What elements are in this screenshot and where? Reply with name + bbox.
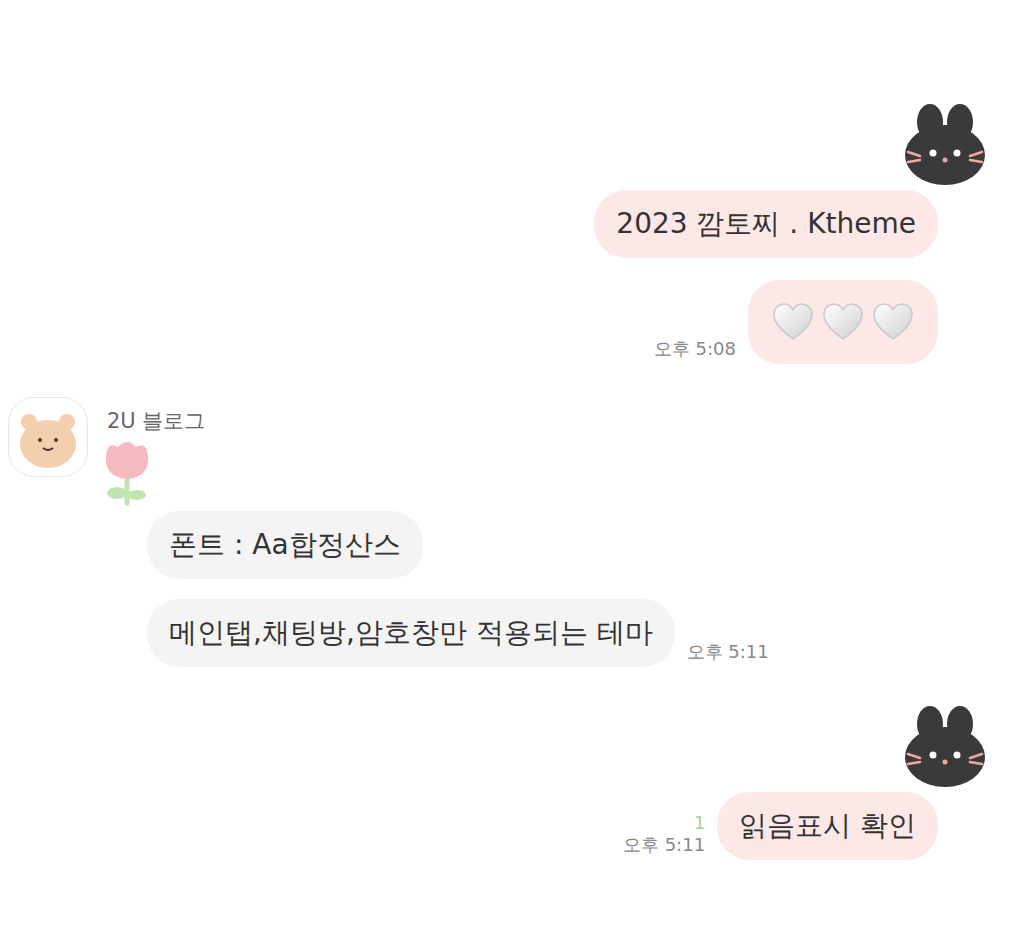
hearts (772, 302, 914, 342)
message-meta: 오후 5:11 (687, 641, 769, 667)
message-row: 폰트 : Aa합정산스 (98, 511, 423, 579)
bunny-avatar-icon[interactable] (900, 100, 990, 190)
friend-message-group: 2U 블로그폰트 : Aa합정산스메인탭,채팅방,암호창만 적용되는 테마오후 … (0, 397, 1011, 667)
message-meta: 1오후 5:11 (623, 812, 705, 860)
message-meta: 오후 5:08 (654, 338, 736, 364)
message-bubble[interactable]: 폰트 : Aa합정산스 (147, 511, 423, 579)
message-row: 오후 5:08 (654, 280, 1011, 364)
my-message-group: 2023 깜토찌 . Ktheme 오후 5:08 (0, 100, 1011, 364)
message-row: 2023 깜토찌 . Ktheme (594, 190, 1011, 258)
chat-room: 2023 깜토찌 . Ktheme 오후 5:08 2U 블로그폰트 : Aa합정산… (0, 0, 1011, 860)
heart-icon[interactable] (822, 302, 864, 342)
bear-avatar-icon[interactable] (13, 402, 83, 472)
message-bubble[interactable]: 2023 깜토찌 . Ktheme (594, 190, 938, 258)
heart-icon[interactable] (872, 302, 914, 342)
message-time: 오후 5:08 (654, 338, 736, 360)
message-row: 메인탭,채팅방,암호창만 적용되는 테마오후 5:11 (98, 599, 769, 667)
unread-count: 1 (694, 812, 705, 834)
message-time: 오후 5:11 (687, 641, 769, 663)
flower-icon[interactable] (98, 437, 156, 511)
bunny-avatar-icon[interactable] (900, 702, 990, 792)
message-bubble[interactable] (748, 280, 938, 364)
sender-name[interactable]: 2U 블로그 (98, 407, 205, 435)
message-bubble[interactable]: 읽음표시 확인 (717, 792, 938, 860)
message-bubble[interactable]: 메인탭,채팅방,암호창만 적용되는 테마 (147, 599, 675, 667)
message-row: 1오후 5:11읽음표시 확인 (623, 792, 1011, 860)
my-message-group: 1오후 5:11읽음표시 확인 (0, 702, 1011, 860)
friend-messages: 2U 블로그폰트 : Aa합정산스메인탭,채팅방,암호창만 적용되는 테마오후 … (98, 397, 769, 667)
message-time: 오후 5:11 (623, 834, 705, 856)
profile-avatar[interactable] (8, 397, 88, 477)
heart-icon[interactable] (772, 302, 814, 342)
